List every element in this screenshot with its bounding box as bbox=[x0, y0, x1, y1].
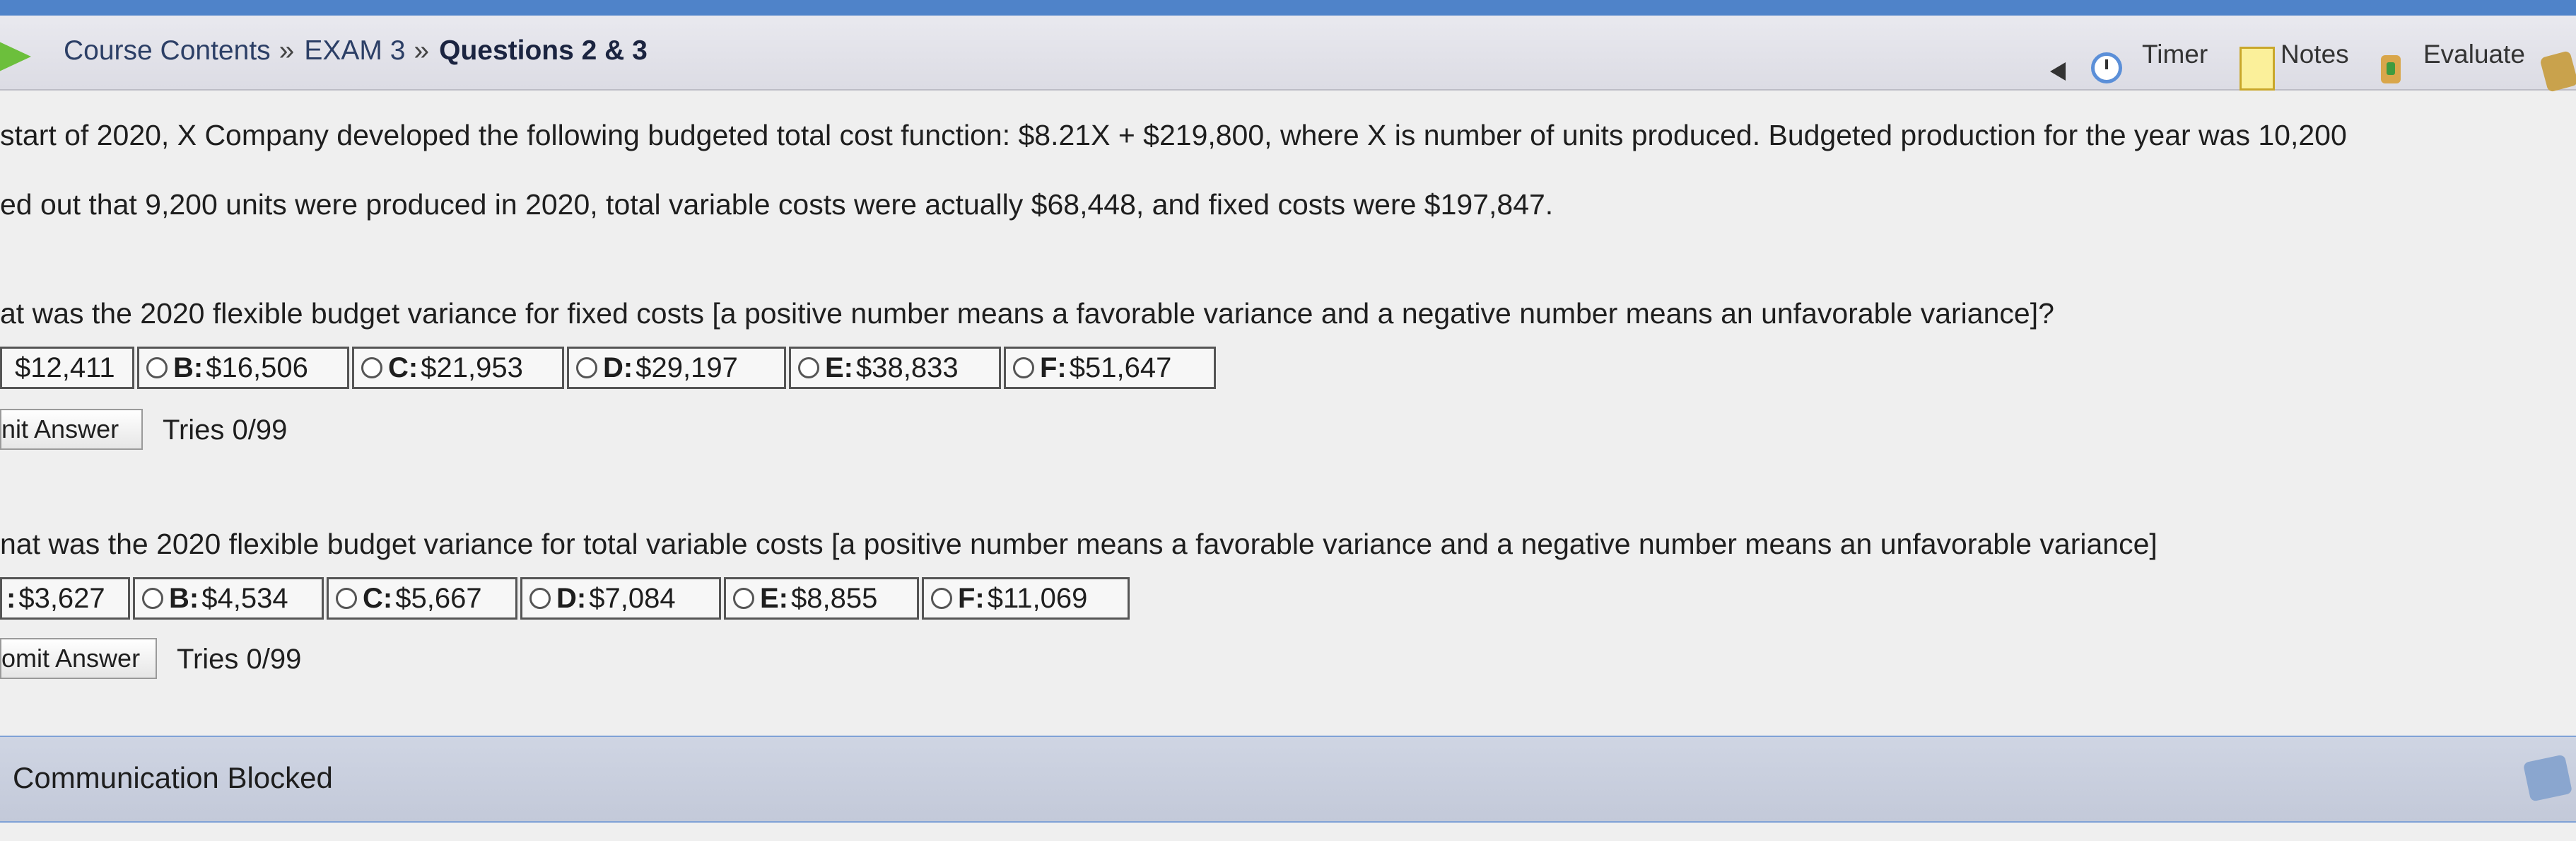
evaluate-label[interactable]: Evaluate bbox=[2423, 40, 2525, 69]
radio-button[interactable] bbox=[146, 357, 168, 378]
option-value: $5,667 bbox=[395, 582, 482, 614]
option-value: $51,647 bbox=[1069, 352, 1172, 383]
option-letter: F: bbox=[1040, 352, 1067, 383]
submit-answer-button[interactable]: nit Answer bbox=[0, 409, 143, 450]
breadcrumb-exam[interactable]: EXAM 3 bbox=[304, 35, 405, 66]
breadcrumb: Course Contents » EXAM 3 » Questions 2 & 3 bbox=[64, 35, 648, 66]
option-letter: : bbox=[6, 582, 16, 614]
header-bar: Course Contents » EXAM 3 » Questions 2 & 3 T… bbox=[0, 16, 2576, 93]
option-value: $8,855 bbox=[791, 582, 878, 614]
option-d[interactable]: D: $29,197 bbox=[567, 347, 786, 389]
option-letter: E: bbox=[760, 582, 788, 614]
breadcrumb-separator: » bbox=[279, 35, 295, 66]
radio-button[interactable] bbox=[576, 357, 597, 378]
radio-button[interactable] bbox=[142, 588, 163, 609]
option-value: $29,197 bbox=[636, 352, 738, 383]
option-value: $12,411 bbox=[15, 352, 115, 383]
option-letter: D: bbox=[603, 352, 633, 383]
option-value: $16,506 bbox=[206, 352, 308, 383]
option-f[interactable]: F: $11,069 bbox=[922, 577, 1130, 620]
option-d[interactable]: D: $7,084 bbox=[520, 577, 721, 620]
notes-icon[interactable] bbox=[2240, 47, 2275, 91]
option-f[interactable]: F: $51,647 bbox=[1004, 347, 1216, 389]
option-b[interactable]: B: $4,534 bbox=[133, 577, 324, 620]
problem-text-line2: ed out that 9,200 units were produced in… bbox=[0, 188, 1554, 221]
option-e[interactable]: E: $38,833 bbox=[789, 347, 1001, 389]
question-3-options: : $3,627 B: $4,534 C: $5,667 D: $7,084 E… bbox=[0, 577, 1132, 620]
submit-answer-button[interactable]: omit Answer bbox=[0, 638, 157, 679]
timer-label[interactable]: Timer bbox=[2142, 40, 2208, 69]
option-letter: E: bbox=[825, 352, 853, 383]
option-letter: B: bbox=[173, 352, 204, 383]
option-a[interactable]: : $3,627 bbox=[0, 577, 130, 620]
question-2-text: at was the 2020 flexible budget variance… bbox=[0, 297, 2054, 330]
evaluate-icon[interactable] bbox=[2381, 55, 2401, 83]
collapse-left-icon[interactable] bbox=[2050, 62, 2066, 81]
option-a[interactable]: $12,411 bbox=[0, 347, 134, 389]
option-value: $4,534 bbox=[201, 582, 288, 614]
radio-button[interactable] bbox=[798, 357, 819, 378]
question-3-text: nat was the 2020 flexible budget varianc… bbox=[0, 528, 2158, 560]
option-value: $21,953 bbox=[421, 352, 523, 383]
toolbar-extra-icon[interactable] bbox=[2539, 50, 2576, 93]
radio-button[interactable] bbox=[336, 588, 357, 609]
breadcrumb-current: Questions 2 & 3 bbox=[439, 35, 648, 66]
notes-label[interactable]: Notes bbox=[2281, 40, 2349, 69]
communication-status: Communication Blocked bbox=[13, 761, 333, 794]
option-b[interactable]: B: $16,506 bbox=[137, 347, 349, 389]
radio-button[interactable] bbox=[529, 588, 551, 609]
radio-button[interactable] bbox=[361, 357, 382, 378]
option-letter: C: bbox=[363, 582, 393, 614]
option-value: $3,627 bbox=[18, 582, 105, 614]
question-2-options: $12,411 B: $16,506 C: $21,953 D: $29,197… bbox=[0, 347, 1219, 389]
problem-text-line1: start of 2020, X Company developed the f… bbox=[0, 119, 2347, 151]
radio-button[interactable] bbox=[733, 588, 754, 609]
communication-icon[interactable] bbox=[2522, 754, 2573, 802]
radio-button[interactable] bbox=[1013, 357, 1034, 378]
option-c[interactable]: C: $5,667 bbox=[327, 577, 517, 620]
status-bar: Communication Blocked bbox=[0, 736, 2576, 823]
option-letter: D: bbox=[556, 582, 587, 614]
tries-counter: Tries 0/99 bbox=[163, 414, 288, 446]
top-accent-bar bbox=[0, 0, 2576, 16]
option-e[interactable]: E: $8,855 bbox=[724, 577, 919, 620]
tries-counter: Tries 0/99 bbox=[177, 644, 302, 675]
option-c[interactable]: C: $21,953 bbox=[352, 347, 564, 389]
timer-icon[interactable] bbox=[2091, 52, 2122, 83]
radio-button[interactable] bbox=[931, 588, 952, 609]
forward-arrow-icon[interactable] bbox=[0, 37, 31, 76]
option-value: $7,084 bbox=[589, 582, 676, 614]
breadcrumb-course-contents[interactable]: Course Contents bbox=[64, 35, 271, 66]
option-letter: C: bbox=[388, 352, 418, 383]
option-letter: B: bbox=[169, 582, 199, 614]
breadcrumb-separator: » bbox=[414, 35, 430, 66]
option-value: $38,833 bbox=[856, 352, 959, 383]
option-value: $11,069 bbox=[987, 582, 1088, 614]
option-letter: F: bbox=[958, 582, 985, 614]
